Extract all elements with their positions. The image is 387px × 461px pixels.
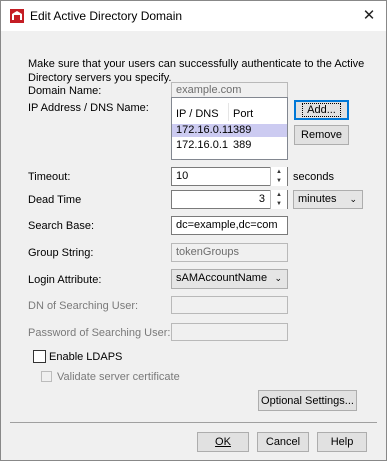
server-port: 389 bbox=[233, 124, 252, 136]
search-base-label: Search Base: bbox=[28, 220, 95, 232]
validate-cert-checkbox[interactable] bbox=[41, 371, 52, 382]
login-attribute-label: Login Attribute: bbox=[28, 274, 102, 286]
server-ip: 172.16.0.11 bbox=[176, 124, 234, 136]
cancel-button-label: Cancel bbox=[265, 436, 301, 448]
cancel-button[interactable]: Cancel bbox=[257, 432, 309, 452]
server-row[interactable]: 172.16.0.11 389 bbox=[172, 124, 287, 137]
login-attribute-select[interactable]: sAMAccountName ⌄ bbox=[171, 269, 288, 289]
validate-cert-label[interactable]: Validate server certificate bbox=[57, 371, 180, 383]
help-button[interactable]: Help bbox=[317, 432, 367, 452]
footer-divider bbox=[10, 422, 377, 423]
help-button-label: Help bbox=[330, 436, 354, 448]
enable-ldaps-checkbox[interactable] bbox=[33, 350, 46, 363]
window-title: Edit Active Directory Domain bbox=[30, 9, 183, 23]
add-server-button-label: Add... bbox=[302, 103, 341, 117]
search-base-input[interactable]: dc=example,dc=com bbox=[171, 216, 288, 235]
column-divider bbox=[228, 103, 229, 121]
chevron-down-icon: ⌄ bbox=[349, 194, 357, 204]
group-string-input[interactable]: tokenGroups bbox=[171, 243, 288, 262]
add-server-button[interactable]: Add... bbox=[294, 100, 349, 120]
dead-time-unit-value: minutes bbox=[298, 193, 337, 205]
remove-server-button[interactable]: Remove bbox=[294, 125, 349, 145]
timeout-stepper[interactable]: ▲ ▼ bbox=[270, 167, 287, 186]
ok-button[interactable]: OK bbox=[197, 432, 249, 452]
server-port: 389 bbox=[233, 139, 252, 151]
timeout-label: Timeout: bbox=[28, 171, 71, 183]
spin-up-icon[interactable]: ▲ bbox=[271, 167, 287, 176]
close-icon[interactable]: ✕ bbox=[354, 1, 384, 29]
server-list[interactable]: IP / DNS Port 172.16.0.11 389 172.16.0.1… bbox=[171, 97, 288, 160]
server-ip: 172.16.0.1 bbox=[176, 139, 228, 151]
server-row[interactable]: 172.16.0.1 389 bbox=[172, 139, 287, 152]
spin-down-icon[interactable]: ▼ bbox=[271, 199, 287, 208]
login-attribute-value: sAMAccountName bbox=[176, 272, 268, 284]
domain-name-label: Domain Name: bbox=[28, 85, 102, 97]
password-searching-user-label: Password of Searching User: bbox=[28, 327, 171, 339]
timeout-unit: seconds bbox=[293, 171, 334, 183]
dead-time-value: 3 bbox=[258, 193, 265, 205]
dead-time-stepper[interactable]: ▲ ▼ bbox=[270, 190, 287, 209]
ok-button-label: OK bbox=[215, 436, 231, 448]
dn-searching-user-label: DN of Searching User: bbox=[28, 300, 139, 312]
enable-ldaps-label[interactable]: Enable LDAPS bbox=[49, 351, 122, 363]
dead-time-label: Dead Time bbox=[28, 194, 82, 206]
intro-text: Make sure that your users can successful… bbox=[28, 58, 365, 84]
dn-searching-user-input[interactable] bbox=[171, 296, 288, 314]
title-bar: Edit Active Directory Domain ✕ bbox=[1, 1, 386, 31]
column-ip-dns[interactable]: IP / DNS bbox=[176, 108, 219, 120]
timeout-value: 10 bbox=[176, 170, 189, 182]
chevron-down-icon: ⌄ bbox=[274, 273, 282, 283]
spin-up-icon[interactable]: ▲ bbox=[271, 190, 287, 199]
server-list-header: IP / DNS Port bbox=[172, 98, 287, 124]
edit-ad-domain-dialog: Edit Active Directory Domain ✕ Make sure… bbox=[0, 0, 387, 461]
column-port[interactable]: Port bbox=[233, 108, 253, 120]
ip-dns-label: IP Address / DNS Name: bbox=[28, 102, 149, 114]
password-searching-user-input[interactable] bbox=[171, 323, 288, 341]
group-string-label: Group String: bbox=[28, 247, 94, 259]
spin-down-icon[interactable]: ▼ bbox=[271, 176, 287, 185]
dead-time-unit-select[interactable]: minutes ⌄ bbox=[293, 190, 363, 209]
optional-settings-button[interactable]: Optional Settings... bbox=[258, 390, 357, 411]
firebox-red-icon bbox=[10, 9, 24, 23]
